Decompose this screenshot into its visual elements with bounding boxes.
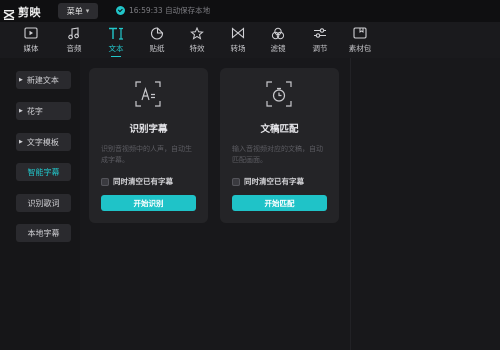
chevron-down-icon: ▾ (85, 7, 90, 15)
material-pack-icon (352, 26, 368, 40)
checkbox[interactable] (232, 177, 240, 186)
card-description: 识别音视频中的人声，自动生成字幕。 (101, 145, 192, 164)
main-content: 识别字幕 识别音视频中的人声，自动生成字幕。 同时清空已有字幕 开始识别 文稿匹… (80, 58, 350, 350)
adjust-icon (312, 26, 328, 40)
sticker-icon (149, 26, 165, 40)
audio-icon (66, 26, 82, 40)
capcut-logo-icon (3, 6, 15, 20)
caret-right-icon: ▶ (19, 77, 23, 83)
caret-right-icon: ▶ (19, 139, 23, 145)
autosave-status: 16:59:33 自动保存本地 (116, 5, 210, 16)
checkbox[interactable] (101, 177, 109, 186)
start-recognition-button[interactable]: 开始识别 (101, 195, 196, 211)
transition-icon (230, 26, 246, 40)
tab-adjust[interactable]: 调节 (302, 26, 338, 56)
speech-recognition-icon (134, 80, 162, 108)
sidebar-item-smart-subtitles[interactable]: 智能字幕 (16, 163, 71, 181)
app-logo: 剪映 (3, 4, 41, 20)
app-name: 剪映 (18, 6, 41, 19)
text-category-sidebar: ▶ 新建文本 ▶ 花字 ▶ 文字模板 智能字幕 识别歌词 本地字幕 (0, 58, 80, 350)
tab-text[interactable]: 文本 (98, 26, 134, 56)
preview-panel (350, 58, 500, 350)
main-toolbar: 媒体 音频 文本 贴纸 特效 转场 滤镜 调节 素材包 (0, 22, 500, 58)
tab-filter[interactable]: 滤镜 (260, 26, 296, 56)
start-matching-button[interactable]: 开始匹配 (232, 195, 327, 211)
clear-existing-subtitles-checkbox[interactable]: 同时清空已有字幕 (101, 176, 173, 187)
tab-audio[interactable]: 音频 (56, 26, 92, 56)
recognize-subtitles-card: 识别字幕 识别音视频中的人声，自动生成字幕。 同时清空已有字幕 开始识别 (89, 68, 208, 223)
sidebar-item-text-template[interactable]: ▶ 文字模板 (16, 133, 71, 151)
card-title: 文稿匹配 (260, 124, 299, 135)
tab-transition[interactable]: 转场 (220, 26, 256, 56)
tab-material-pack[interactable]: 素材包 (342, 26, 378, 56)
menu-label: 菜单 (66, 6, 83, 16)
card-title: 识别字幕 (129, 124, 168, 135)
media-icon (23, 26, 39, 40)
effects-icon (189, 26, 205, 40)
menu-button[interactable]: 菜单 ▾ (58, 3, 98, 19)
tab-sticker[interactable]: 贴纸 (139, 26, 175, 56)
caret-right-icon: ▶ (19, 108, 23, 114)
autosave-text: 16:59:33 自动保存本地 (129, 6, 211, 15)
check-circle-icon (116, 6, 125, 15)
clear-existing-subtitles-checkbox[interactable]: 同时清空已有字幕 (232, 176, 304, 187)
card-description: 输入音视频对应的文稿，自动匹配画面。 (232, 145, 323, 164)
tab-media[interactable]: 媒体 (13, 26, 49, 56)
script-matching-card: 文稿匹配 输入音视频对应的文稿，自动匹配画面。 同时清空已有字幕 开始匹配 (220, 68, 339, 223)
sidebar-item-local-subtitles[interactable]: 本地字幕 (16, 224, 71, 242)
sidebar-item-new-text[interactable]: ▶ 新建文本 (16, 71, 71, 89)
title-bar: 剪映 菜单 ▾ 16:59:33 自动保存本地 (0, 0, 500, 22)
timer-match-icon (265, 80, 293, 108)
filter-icon (270, 26, 286, 40)
text-icon (108, 26, 124, 40)
active-tab-indicator (111, 56, 121, 57)
tab-effects[interactable]: 特效 (179, 26, 215, 56)
sidebar-item-recognize-lyrics[interactable]: 识别歌词 (16, 194, 71, 212)
sidebar-item-fancy-text[interactable]: ▶ 花字 (16, 102, 71, 120)
